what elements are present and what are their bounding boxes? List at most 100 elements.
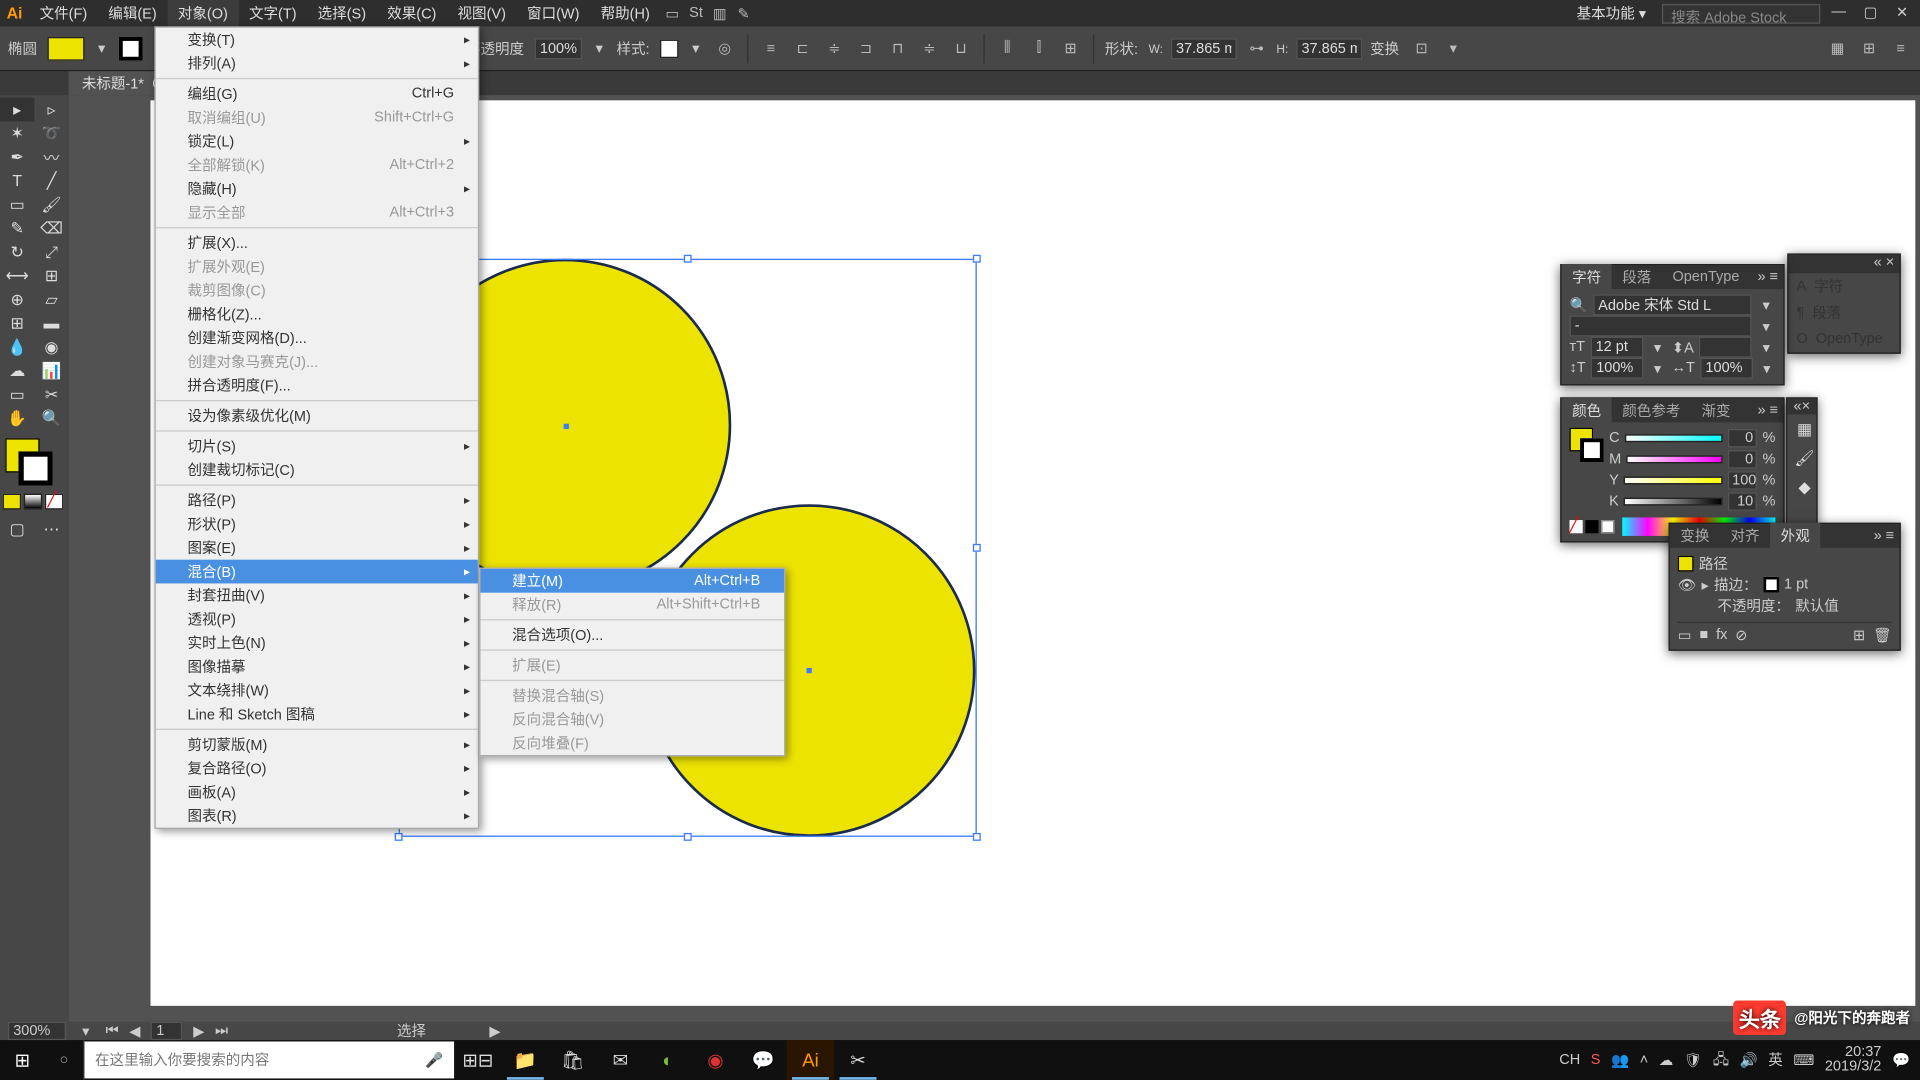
explorer-icon[interactable]: 📁 bbox=[502, 1040, 550, 1080]
width-input[interactable] bbox=[1171, 38, 1237, 59]
menu-help[interactable]: 帮助(H) bbox=[590, 0, 660, 26]
tray-volume-icon[interactable]: 🔊 bbox=[1740, 1051, 1758, 1068]
menu-item-图表(R)[interactable]: 图表(R)▸ bbox=[156, 804, 478, 828]
menu-item-锁定(L)[interactable]: 锁定(L)▸ bbox=[156, 129, 478, 153]
menu-item-文本绕排(W)[interactable]: 文本绕排(W)▸ bbox=[156, 678, 478, 702]
menu-select[interactable]: 选择(S) bbox=[307, 0, 377, 26]
windows-search[interactable]: 在这里输入你要搜索的内容 🎤 bbox=[84, 1041, 454, 1078]
width-tool[interactable]: ⟷ bbox=[0, 264, 34, 288]
direct-select-tool[interactable]: ▹ bbox=[34, 98, 68, 122]
hand-tool[interactable]: ✋ bbox=[0, 407, 34, 431]
status-arrow-icon[interactable]: ▶ bbox=[489, 1022, 500, 1039]
menu-item-剪切蒙版(M)[interactable]: 剪切蒙版(M)▸ bbox=[156, 733, 478, 757]
panel-collapse-icon[interactable]: « bbox=[1874, 255, 1882, 271]
mesh-tool[interactable]: ⊞ bbox=[0, 312, 34, 336]
free-transform-tool[interactable]: ⊞ bbox=[34, 264, 68, 288]
hscale-input[interactable] bbox=[1700, 358, 1753, 379]
k-slider[interactable] bbox=[1624, 498, 1723, 506]
tray-clock[interactable]: 20:372019/3/2 bbox=[1825, 1045, 1882, 1074]
menu-item-混合(B)[interactable]: 混合(B)▸ bbox=[156, 560, 478, 584]
tab-guide[interactable]: 颜色参考 bbox=[1612, 397, 1691, 423]
line-tool[interactable]: ╱ bbox=[34, 169, 68, 193]
tab-paragraph[interactable]: 段落 bbox=[1612, 264, 1662, 290]
isolate-icon[interactable]: ⊡ bbox=[1410, 36, 1434, 60]
menu-item-设为像素级优化(M)[interactable]: 设为像素级优化(M) bbox=[156, 404, 478, 428]
browser-icon[interactable]: ◐ bbox=[644, 1040, 692, 1080]
menu-item-变换(T)[interactable]: 变换(T)▸ bbox=[156, 28, 478, 52]
zoom-level[interactable]: 300% bbox=[8, 1022, 66, 1040]
lasso-tool[interactable]: ➰ bbox=[34, 121, 68, 145]
menu-item-Line 和 Sketch 图稿[interactable]: Line 和 Sketch 图稿▸ bbox=[156, 702, 478, 726]
illustrator-task-icon[interactable]: Ai bbox=[787, 1040, 835, 1080]
recolor-icon[interactable]: ◎ bbox=[713, 36, 737, 60]
dup-icon[interactable]: ⊞ bbox=[1853, 627, 1865, 644]
align-left-icon[interactable]: ⊏ bbox=[791, 36, 815, 60]
menu-item-扩展(X)...[interactable]: 扩展(X)... bbox=[156, 231, 478, 255]
add-effect-icon[interactable]: fx bbox=[1716, 627, 1727, 644]
close-button[interactable]: ✕ bbox=[1889, 4, 1915, 22]
shape-builder-tool[interactable]: ⊕ bbox=[0, 288, 34, 312]
add-stroke-icon[interactable]: ▭ bbox=[1678, 627, 1692, 644]
symbol-tool[interactable]: ☁ bbox=[0, 359, 34, 383]
netease-icon[interactable]: ◉ bbox=[692, 1040, 740, 1080]
blend-tool[interactable]: ◉ bbox=[34, 335, 68, 359]
stock-icon[interactable]: St bbox=[684, 1, 708, 25]
dock-close-icon[interactable]: «× bbox=[1794, 399, 1811, 415]
menu-item-实时上色(N)[interactable]: 实时上色(N)▸ bbox=[156, 631, 478, 655]
align-vcenter-icon[interactable]: ≑ bbox=[917, 36, 941, 60]
artboard-tool[interactable]: ▭ bbox=[0, 383, 34, 407]
graph-tool[interactable]: 📊 bbox=[34, 359, 68, 383]
panel-menu-icon[interactable]: » ≡ bbox=[1868, 528, 1899, 544]
menu-item-创建裁切标记(C)[interactable]: 创建裁切标记(C) bbox=[156, 458, 478, 482]
menu-item-隐藏(H)[interactable]: 隐藏(H)▸ bbox=[156, 177, 478, 201]
store-icon[interactable]: 🛍 bbox=[549, 1040, 597, 1080]
y-slider[interactable] bbox=[1624, 477, 1723, 485]
brush-tool[interactable]: 🖌 bbox=[34, 193, 68, 217]
stroke-proxy[interactable] bbox=[1580, 438, 1604, 462]
tab-transform[interactable]: 变换 bbox=[1670, 523, 1720, 549]
y-value[interactable]: 100 bbox=[1728, 471, 1757, 489]
prefs-icon[interactable]: ≡ bbox=[1889, 36, 1913, 60]
publish-icon[interactable]: ✎ bbox=[732, 1, 756, 25]
mode-color[interactable] bbox=[3, 494, 21, 510]
wechat-icon[interactable]: 💬 bbox=[739, 1040, 787, 1080]
opacity-input[interactable] bbox=[535, 38, 583, 59]
menu-item-排列(A)[interactable]: 排列(A)▸ bbox=[156, 51, 478, 75]
mail-icon[interactable]: ✉ bbox=[597, 1040, 645, 1080]
align-group-icon[interactable]: ≡ bbox=[759, 36, 783, 60]
menu-view[interactable]: 视图(V) bbox=[447, 0, 517, 26]
add-fill-icon[interactable]: ■ bbox=[1699, 627, 1708, 644]
submenu-item-混合选项(O)...[interactable]: 混合选项(O)... bbox=[480, 623, 784, 647]
fill-swatch[interactable] bbox=[48, 36, 85, 60]
c-value[interactable]: 0 bbox=[1728, 429, 1757, 447]
snap-pixel-icon[interactable]: ▦ bbox=[1826, 36, 1850, 60]
zoom-tool[interactable]: 🔍 bbox=[34, 407, 68, 431]
menu-item-栅格化(Z)...[interactable]: 栅格化(Z)... bbox=[156, 302, 478, 326]
symbols-icon[interactable]: ◆ bbox=[1787, 473, 1821, 502]
dock-para[interactable]: ¶段落 bbox=[1789, 300, 1900, 326]
snip-icon[interactable]: ✂ bbox=[834, 1040, 882, 1080]
edit-toolbar[interactable]: ⋯ bbox=[34, 517, 68, 541]
tray-cloud-icon[interactable]: ☁ bbox=[1659, 1051, 1674, 1068]
slice-tool[interactable]: ✂ bbox=[34, 383, 68, 407]
menu-item-路径(P)[interactable]: 路径(P)▸ bbox=[156, 488, 478, 512]
appear-opacity-val[interactable]: 默认值 bbox=[1795, 595, 1839, 616]
font-size-input[interactable] bbox=[1590, 337, 1643, 358]
stroke-color[interactable] bbox=[18, 451, 52, 485]
c-slider[interactable] bbox=[1625, 434, 1723, 442]
eraser-tool[interactable]: ⌫ bbox=[34, 216, 68, 240]
mic-icon[interactable]: 🎤 bbox=[425, 1051, 443, 1068]
mode-gradient[interactable] bbox=[24, 494, 42, 510]
minimize-button[interactable]: — bbox=[1826, 4, 1852, 22]
perspective-tool[interactable]: ▱ bbox=[34, 288, 68, 312]
tab-gradient[interactable]: 渐变 bbox=[1691, 397, 1741, 423]
clear-icon[interactable]: ⊘ bbox=[1735, 627, 1747, 644]
dist-v-icon[interactable]: ⫿ bbox=[1027, 36, 1051, 60]
menu-file[interactable]: 文件(F) bbox=[29, 0, 98, 26]
pathfinder-icon[interactable]: ⊞ bbox=[1059, 36, 1083, 60]
eyedropper-tool[interactable]: 💧 bbox=[0, 335, 34, 359]
submenu-item-建立(M)[interactable]: 建立(M)Alt+Ctrl+B bbox=[480, 569, 784, 593]
menu-item-编组(G)[interactable]: 编组(G)Ctrl+G bbox=[156, 82, 478, 106]
nav-last-icon[interactable]: ⏭ bbox=[215, 1022, 228, 1039]
tray-people-icon[interactable]: 👥 bbox=[1611, 1051, 1629, 1068]
